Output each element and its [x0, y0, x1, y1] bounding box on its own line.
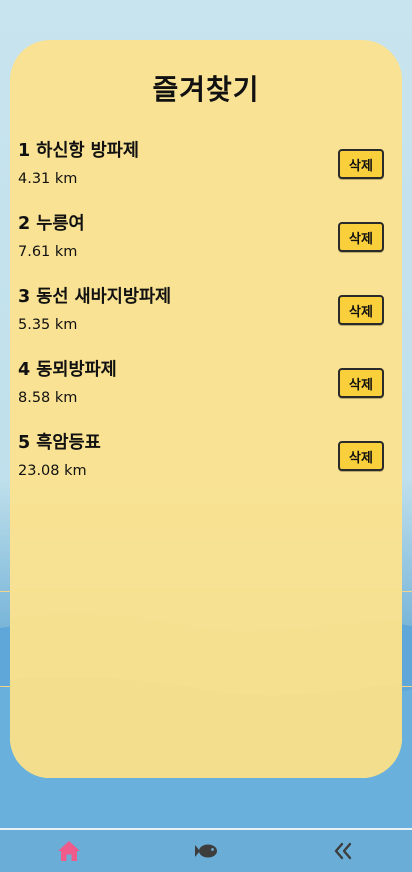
tab-fish[interactable] [137, 830, 274, 872]
spot-distance: 8.58 km [18, 390, 78, 406]
list-item[interactable]: 1 하신항 방파제 4.31 km 삭제 [10, 134, 402, 207]
sand-waves [10, 613, 402, 778]
spot-name: 3 동선 새바지방파제 [18, 287, 172, 307]
spot-name: 1 하신항 방파제 [18, 141, 139, 161]
double-chevron-left-icon [335, 842, 352, 860]
delete-button[interactable]: 삭제 [338, 441, 384, 471]
favorites-panel: 즐겨찾기 1 하신항 방파제 4.31 km 삭제 2 누릉여 7.61 km … [10, 40, 402, 778]
delete-button[interactable]: 삭제 [338, 368, 384, 398]
delete-button[interactable]: 삭제 [338, 222, 384, 252]
spot-name: 2 누릉여 [18, 214, 85, 234]
spot-name: 4 동뫼방파제 [18, 360, 117, 380]
list-item[interactable]: 4 동뫼방파제 8.58 km 삭제 [10, 353, 402, 426]
favorites-list: 1 하신항 방파제 4.31 km 삭제 2 누릉여 7.61 km 삭제 3 … [10, 134, 402, 499]
delete-button[interactable]: 삭제 [338, 149, 384, 179]
list-item[interactable]: 5 흑암등표 23.08 km 삭제 [10, 426, 402, 499]
list-item[interactable]: 3 동선 새바지방파제 5.35 km 삭제 [10, 280, 402, 353]
spot-distance: 23.08 km [18, 463, 87, 479]
tab-back[interactable] [275, 830, 412, 872]
spot-distance: 5.35 km [18, 317, 78, 333]
spot-name: 5 흑암등표 [18, 433, 101, 453]
spot-distance: 7.61 km [18, 244, 78, 260]
delete-button[interactable]: 삭제 [338, 295, 384, 325]
bottom-tab-bar [0, 828, 412, 872]
page-title: 즐겨찾기 [152, 73, 260, 106]
spot-distance: 4.31 km [18, 171, 78, 187]
fish-icon [194, 844, 217, 858]
home-icon [57, 841, 80, 861]
list-item[interactable]: 2 누릉여 7.61 km 삭제 [10, 207, 402, 280]
tab-home[interactable] [0, 830, 137, 872]
